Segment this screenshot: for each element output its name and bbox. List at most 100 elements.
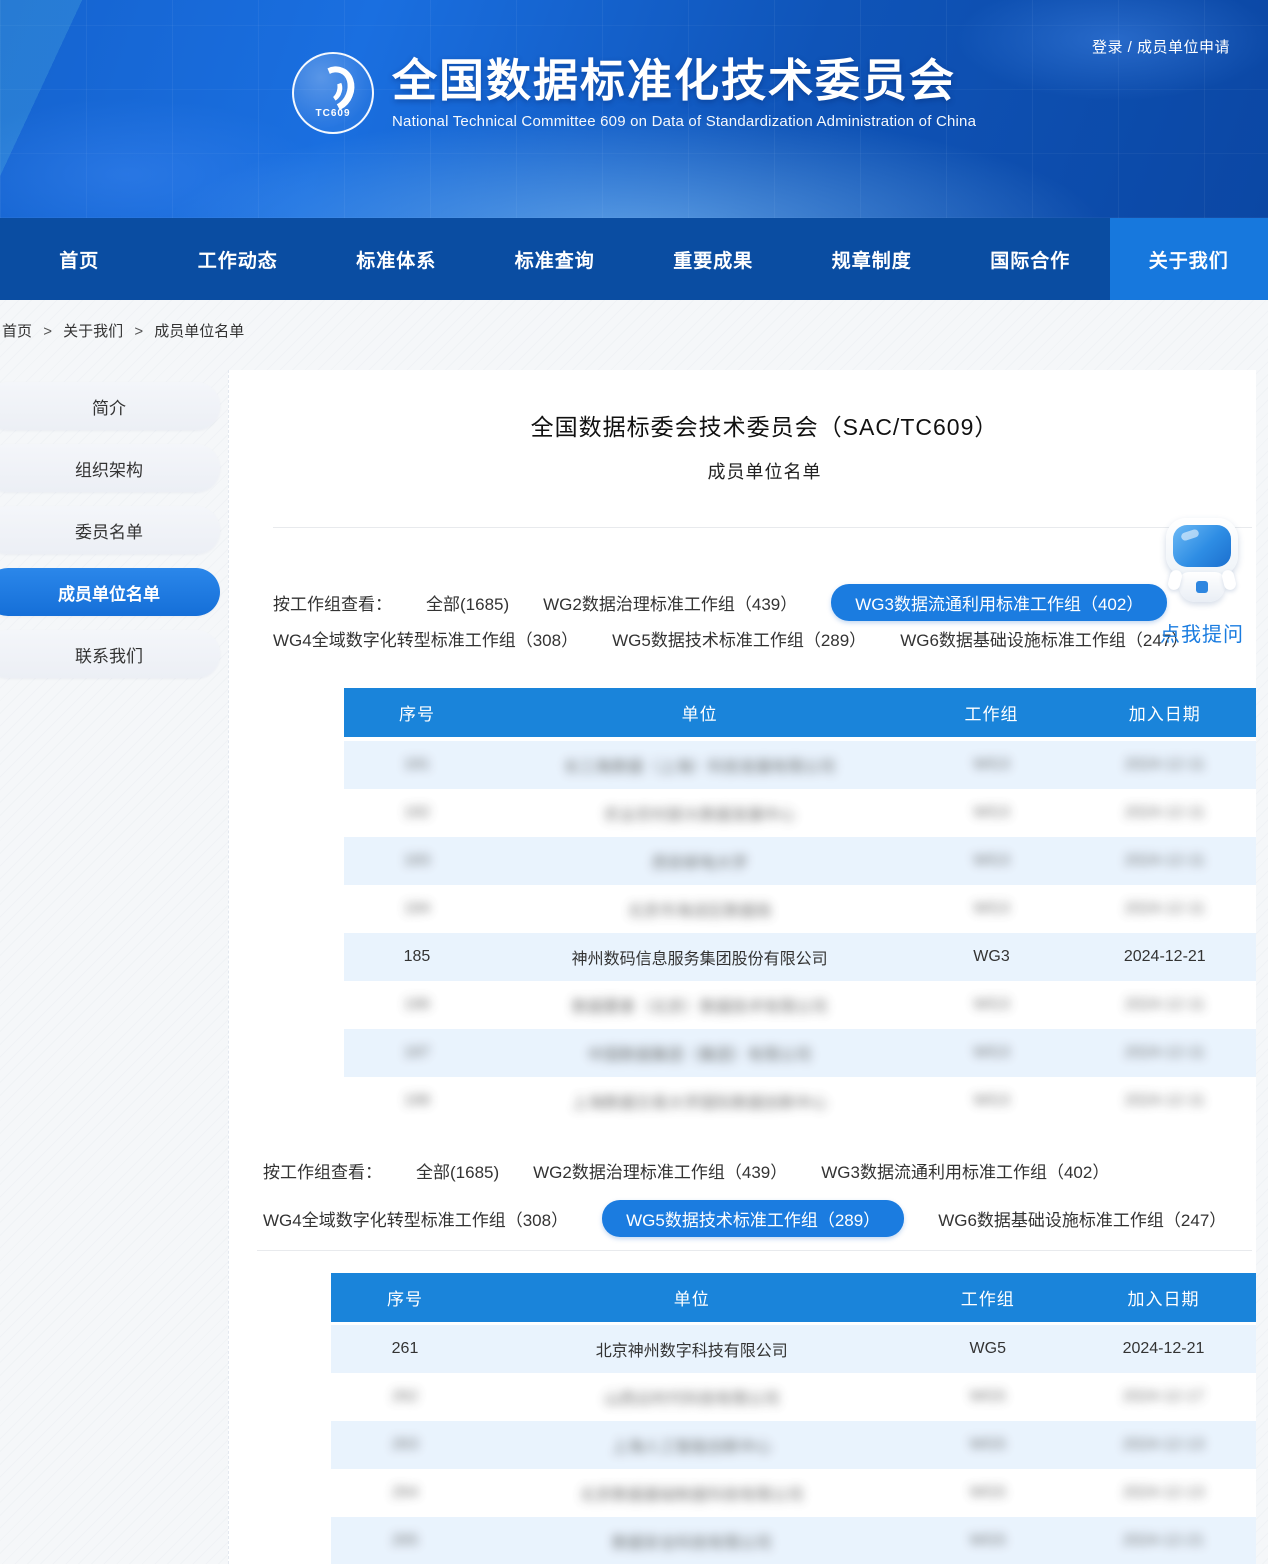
site-title: 全国数据标准化技术委员会 [392, 56, 976, 106]
col-header-workgroup: 工作组 [909, 700, 1073, 725]
filter-wg3[interactable]: WG3数据流通利用标准工作组（402） [831, 584, 1167, 621]
cell-workgroup: WG3 [909, 852, 1073, 870]
filter-wg4[interactable]: WG4全域数字化转型标准工作组（308） [273, 626, 578, 651]
nav-item-standard-search[interactable]: 标准查询 [476, 218, 635, 300]
cell-workgroup: WG5 [905, 1436, 1072, 1454]
cell-workgroup: WG5 [905, 1532, 1072, 1550]
cell-unit: 神州数码信息服务集团股份有限公司 [490, 945, 910, 969]
site-subtitle-en: National Technical Committee 609 on Data… [392, 113, 976, 130]
sidebar: 简介 组织架构 委员名单 成员单位名单 联系我们 [0, 382, 220, 692]
page: 登录 / 成员单位申请 TC609 全国数据标准化技术委员会 National … [0, 0, 1268, 1564]
nav-item-international[interactable]: 国际合作 [951, 218, 1110, 300]
cell-workgroup: WG3 [909, 804, 1073, 822]
table-row: 265 数据安全科技有限公司 WG5 2024-12-21 [331, 1517, 1256, 1564]
col-header-join-date: 加入日期 [1071, 1285, 1256, 1310]
nav-item-regulations[interactable]: 规章制度 [793, 218, 952, 300]
filter-wg6[interactable]: WG6数据基础设施标准工作组（247） [938, 1206, 1226, 1231]
main-nav: 首页 工作动态 标准体系 标准查询 重要成果 规章制度 国际合作 关于我们 [0, 218, 1268, 300]
cell-date: 2024-12-21 [1071, 1340, 1256, 1358]
brand-text: 全国数据标准化技术委员会 National Technical Committe… [392, 56, 976, 131]
table-row: 263 上海人工智能创新中心 WG5 2024-12-13 [331, 1421, 1256, 1469]
filter-label: 按工作组查看： [273, 590, 392, 615]
cell-workgroup: WG5 [905, 1340, 1072, 1358]
cell-no: 262 [331, 1388, 479, 1406]
cell-date: 2024-12-11 [1074, 852, 1256, 870]
table-row: 181 长三角数据（上海）科技发展有限公司 WG3 2024-12-11 [344, 741, 1256, 789]
filter-wg2[interactable]: WG2数据治理标准工作组（439） [533, 1158, 787, 1183]
cell-unit: 数据安全科技有限公司 [479, 1529, 905, 1553]
table-row: 264 北京数据基础制度科技有限公司 WG5 2024-12-13 [331, 1469, 1256, 1517]
cell-workgroup: WG5 [905, 1388, 1072, 1406]
cell-workgroup: WG3 [909, 1092, 1073, 1110]
filter-group1-row2: WG4全域数字化转型标准工作组（308） WG5数据技术标准工作组（289） W… [273, 626, 1188, 651]
cell-date: 2024-12-11 [1074, 756, 1256, 774]
filter-all[interactable]: 全部(1685) [416, 1158, 499, 1183]
col-header-no: 序号 [331, 1285, 479, 1310]
brand: TC609 全国数据标准化技术委员会 National Technical Co… [292, 52, 976, 134]
col-header-unit: 单位 [479, 1285, 905, 1310]
cell-unit: 数据要素（北京）数据技术有限公司 [490, 993, 910, 1017]
divider [257, 1250, 1252, 1251]
cell-date: 2024-12-21 [1071, 1532, 1256, 1550]
table-row: 262 山西云时代科技有限公司 WG5 2024-12-17 [331, 1373, 1256, 1421]
table-row-highlight: 185 神州数码信息服务集团股份有限公司 WG3 2024-12-21 [344, 933, 1256, 981]
logo-code: TC609 [294, 108, 372, 119]
col-header-join-date: 加入日期 [1074, 700, 1256, 725]
login-apply-link[interactable]: 登录 / 成员单位申请 [1092, 36, 1230, 57]
filter-wg5[interactable]: WG5数据技术标准工作组（289） [602, 1200, 904, 1237]
filter-wg3[interactable]: WG3数据流通利用标准工作组（402） [821, 1158, 1109, 1183]
assistant-caption[interactable]: 点我提问 [1154, 618, 1250, 647]
member-table-wg3: 序号 单位 工作组 加入日期 181 长三角数据（上海）科技发展有限公司 WG3… [344, 688, 1256, 1125]
sidebar-item-contact-us[interactable]: 联系我们 [0, 630, 220, 678]
cell-unit: 农业农村部大数据发展中心 [490, 801, 910, 825]
robot-body [1179, 572, 1225, 602]
nav-item-standard-system[interactable]: 标准体系 [317, 218, 476, 300]
cell-workgroup: WG3 [909, 996, 1073, 1014]
col-header-workgroup: 工作组 [905, 1285, 1072, 1310]
cell-unit: 中国数据集团（集团）有限公司 [490, 1041, 910, 1065]
assistant-widget[interactable]: 点我提问 [1154, 518, 1250, 647]
col-header-no: 序号 [344, 700, 490, 725]
filter-wg5[interactable]: WG5数据技术标准工作组（289） [612, 626, 866, 651]
cell-date: 2024-12-17 [1071, 1388, 1256, 1406]
cell-unit: 上海数据交易大学国际数据创新中心 [490, 1089, 910, 1113]
cell-date: 2024-12-11 [1074, 1044, 1256, 1062]
divider [273, 527, 1252, 528]
filter-label: 按工作组查看： [263, 1158, 382, 1183]
cell-workgroup: WG3 [909, 756, 1073, 774]
cell-no: 261 [331, 1340, 479, 1358]
cell-unit: 上海人工智能创新中心 [479, 1433, 905, 1457]
filter-all[interactable]: 全部(1685) [426, 590, 509, 615]
filter-wg4[interactable]: WG4全域数字化转型标准工作组（308） [263, 1206, 568, 1231]
filter-wg2[interactable]: WG2数据治理标准工作组（439） [543, 590, 797, 615]
nav-item-achievements[interactable]: 重要成果 [634, 218, 793, 300]
sidebar-item-member-units[interactable]: 成员单位名单 [0, 568, 220, 616]
table-header-row: 序号 单位 工作组 加入日期 [331, 1273, 1256, 1322]
table-row-highlight: 261 北京神州数字科技有限公司 WG5 2024-12-21 [331, 1325, 1256, 1373]
nav-item-work-news[interactable]: 工作动态 [159, 218, 318, 300]
cell-no: 182 [344, 804, 490, 822]
cell-no: 183 [344, 852, 490, 870]
cell-no: 264 [331, 1484, 479, 1502]
filter-wg6[interactable]: WG6数据基础设施标准工作组（247） [900, 626, 1188, 651]
cell-unit: 北京数据基础制度科技有限公司 [479, 1481, 905, 1505]
page-title: 全国数据标委会技术委员会（SAC/TC609） [273, 408, 1256, 442]
sidebar-item-intro[interactable]: 简介 [0, 382, 220, 430]
cell-no: 188 [344, 1092, 490, 1110]
filter-group1-row1: 按工作组查看： 全部(1685) WG2数据治理标准工作组（439） WG3数据… [273, 584, 1167, 621]
cell-no: 185 [344, 948, 490, 966]
cell-workgroup: WG3 [909, 948, 1073, 966]
table-row: 186 数据要素（北京）数据技术有限公司 WG3 2024-12-11 [344, 981, 1256, 1029]
table-row: 183 西安邮电大学 WG3 2024-12-11 [344, 837, 1256, 885]
sidebar-item-org-structure[interactable]: 组织架构 [0, 444, 220, 492]
table-row: 188 上海数据交易大学国际数据创新中心 WG3 2024-12-11 [344, 1077, 1256, 1125]
header-banner: 登录 / 成员单位申请 TC609 全国数据标准化技术委员会 National … [0, 0, 1268, 218]
nav-item-home[interactable]: 首页 [0, 218, 159, 300]
sidebar-item-committee-list[interactable]: 委员名单 [0, 506, 220, 554]
nav-item-about-us[interactable]: 关于我们 [1110, 218, 1268, 300]
cell-unit: 长三角数据（上海）科技发展有限公司 [490, 753, 910, 777]
table-header-row: 序号 单位 工作组 加入日期 [344, 688, 1256, 737]
breadcrumb-about[interactable]: 关于我们 [63, 323, 123, 340]
breadcrumb-home[interactable]: 首页 [2, 323, 32, 340]
cell-unit: 山西云时代科技有限公司 [479, 1385, 905, 1409]
